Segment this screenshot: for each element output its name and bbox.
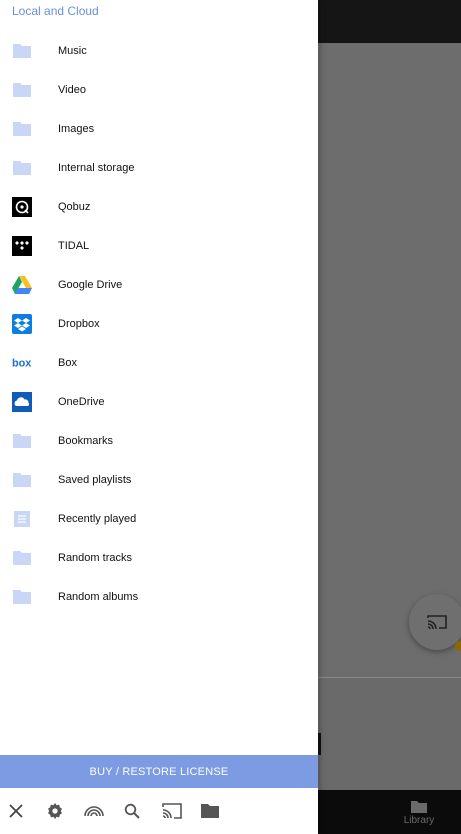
navigation-drawer: Local and Cloud Music Video Images Inter… — [0, 0, 318, 834]
tidal-icon — [12, 235, 32, 256]
nav-item-bookmarks[interactable]: Bookmarks — [0, 421, 318, 460]
app-scroll-indicator — [318, 733, 321, 755]
folder-icon — [12, 158, 32, 178]
list-icon — [12, 509, 32, 529]
folder-icon — [12, 41, 32, 61]
nav-item-google-drive[interactable]: Google Drive — [0, 265, 318, 304]
nav-item-random-tracks[interactable]: Random tracks — [0, 538, 318, 577]
nav-item-label: Bookmarks — [58, 434, 114, 447]
onedrive-icon — [12, 391, 32, 412]
nav-item-dropbox[interactable]: Dropbox — [0, 304, 318, 343]
cast-badge — [455, 641, 461, 651]
cast-fab-button[interactable] — [409, 594, 461, 650]
folder-icon — [12, 587, 32, 607]
buy-restore-license-button[interactable]: BUY / RESTORE LICENSE — [0, 755, 318, 788]
cast-icon — [427, 615, 447, 630]
nav-item-onedrive[interactable]: OneDrive — [0, 382, 318, 421]
cast-icon[interactable] — [160, 799, 184, 823]
drawer-toolbar — [0, 788, 318, 834]
nav-item-box[interactable]: box Box — [0, 343, 318, 382]
nav-item-images[interactable]: Images — [0, 109, 318, 148]
nav-item-saved-playlists[interactable]: Saved playlists — [0, 460, 318, 499]
nav-item-label: Random albums — [58, 590, 139, 603]
nav-item-label: Box — [58, 356, 77, 369]
nav-item-recently-played[interactable]: Recently played — [0, 499, 318, 538]
nav-item-random-albums[interactable]: Random albums — [0, 577, 318, 616]
search-icon[interactable] — [120, 799, 144, 823]
nav-library[interactable]: Library — [395, 800, 443, 826]
folder-icon — [12, 80, 32, 100]
nav-item-internal-storage[interactable]: Internal storage — [0, 148, 318, 187]
nav-item-qobuz[interactable]: Qobuz — [0, 187, 318, 226]
nav-item-label: Internal storage — [58, 161, 135, 174]
drawer-header: Local and Cloud — [12, 4, 99, 18]
qobuz-icon — [12, 196, 32, 217]
svg-text:box: box — [12, 357, 31, 369]
folder-icon — [12, 119, 32, 139]
folder-icon — [12, 470, 32, 490]
nav-item-label: Google Drive — [58, 278, 123, 291]
nav-item-label: Images — [58, 122, 95, 135]
dropbox-icon — [12, 313, 32, 334]
box-icon: box — [12, 353, 32, 373]
nav-item-label: OneDrive — [58, 395, 105, 408]
network-icon[interactable] — [82, 799, 106, 823]
nav-item-label: Saved playlists — [58, 473, 132, 486]
nav-item-video[interactable]: Video — [0, 70, 318, 109]
nav-item-label: Music — [58, 44, 87, 57]
nav-item-label: Video — [58, 83, 86, 96]
folder-icon[interactable] — [198, 799, 222, 823]
nav-item-label: Dropbox — [58, 317, 100, 330]
nav-library-label: Library — [403, 815, 435, 826]
nav-item-label: Qobuz — [58, 200, 91, 213]
nav-item-music[interactable]: Music — [0, 31, 318, 70]
nav-item-label: Recently played — [58, 512, 137, 525]
library-folder-icon — [411, 801, 427, 813]
close-icon[interactable] — [4, 799, 28, 823]
nav-item-label: TIDAL — [58, 239, 90, 252]
google-drive-icon — [12, 275, 32, 295]
folder-icon — [12, 548, 32, 568]
nav-item-label: Random tracks — [58, 551, 132, 564]
drawer-nav-list: Music Video Images Internal storage Qobu… — [0, 31, 318, 616]
nav-item-tidal[interactable]: TIDAL — [0, 226, 318, 265]
settings-icon[interactable] — [43, 799, 67, 823]
folder-icon — [12, 431, 32, 451]
